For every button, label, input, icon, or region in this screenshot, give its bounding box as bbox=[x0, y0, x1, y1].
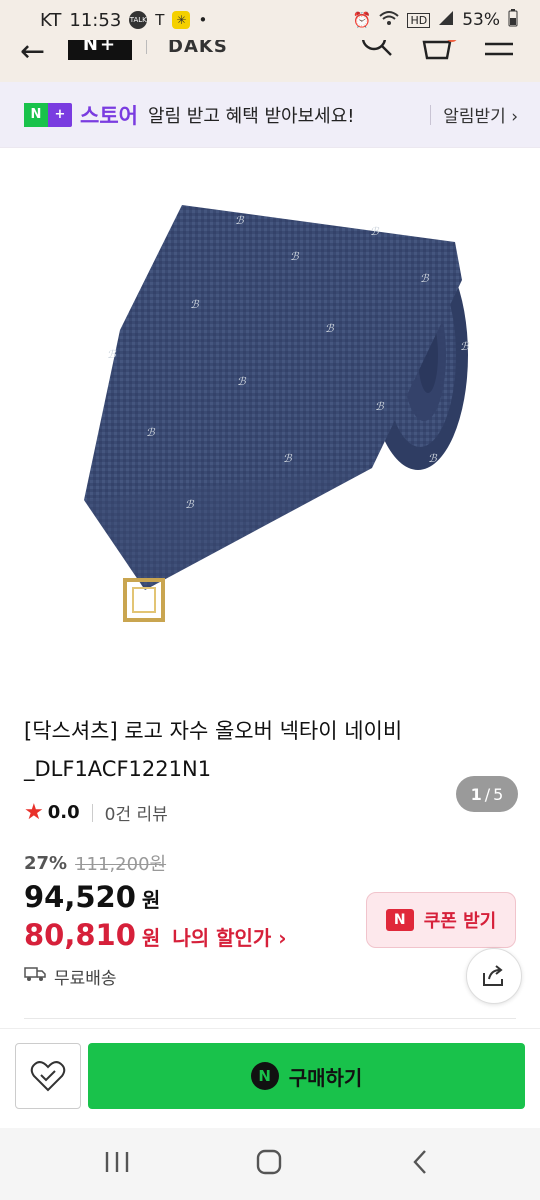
back-arrow-icon[interactable]: ← bbox=[20, 40, 45, 69]
svg-text:ℬ: ℬ bbox=[235, 214, 245, 227]
carrier: KT bbox=[40, 9, 62, 31]
battery-level: 53% bbox=[462, 10, 500, 30]
product-title-line2: _DLF1ACF1221N1 bbox=[24, 757, 212, 781]
battery-icon bbox=[508, 9, 518, 31]
buy-button-label: 구매하기 bbox=[288, 1065, 363, 1090]
shipping-info: 무료배송 bbox=[24, 964, 117, 989]
cart-icon[interactable] bbox=[418, 40, 458, 62]
my-price-value: 80,810 bbox=[24, 918, 136, 952]
rating-score: 0.0 bbox=[47, 802, 80, 823]
promo-message: 알림 받고 혜택 받아보세요! bbox=[147, 105, 355, 127]
signal-icon bbox=[438, 10, 454, 30]
buy-button[interactable]: N 구매하기 bbox=[88, 1043, 525, 1109]
svg-text:ℬ: ℬ bbox=[107, 348, 117, 361]
promo-divider bbox=[430, 104, 432, 125]
notification-promo-banner[interactable]: N + 스토어 알림 받고 혜택 받아보세요! 알림받기 › bbox=[0, 82, 540, 148]
nplus-logo[interactable]: N+ bbox=[68, 40, 132, 60]
rating-row[interactable]: ★ 0.0 0건 리뷰 bbox=[24, 800, 168, 825]
nplus-badge-plus: + bbox=[54, 107, 66, 122]
discount-percent: 27% bbox=[24, 852, 68, 874]
svg-text:ℬ: ℬ bbox=[420, 272, 430, 285]
store-label: 스토어 bbox=[80, 103, 138, 128]
svg-text:ℬ: ℬ bbox=[190, 298, 200, 311]
svg-text:ℬ: ℬ bbox=[370, 225, 380, 238]
product-title-line1: [닥스셔츠] 로고 자수 올오버 넥타이 네이비 bbox=[24, 719, 403, 743]
svg-text:ℬ: ℬ bbox=[237, 375, 247, 388]
share-icon bbox=[483, 965, 503, 986]
t-icon: T bbox=[155, 11, 165, 29]
naver-pay-icon: N bbox=[250, 1062, 279, 1090]
sale-price-unit: 원 bbox=[141, 888, 161, 912]
rating-divider bbox=[91, 803, 93, 822]
sale-price-value: 94,520 bbox=[24, 880, 136, 914]
svg-text:ℬ: ℬ bbox=[185, 498, 195, 511]
coupon-button[interactable]: N 쿠폰 받기 bbox=[366, 892, 516, 948]
kakao-icon: ✳ bbox=[172, 11, 191, 29]
svg-text:ℬ: ℬ bbox=[460, 340, 470, 353]
brand-divider bbox=[146, 40, 147, 54]
discount-row: 27% 111,200원 bbox=[24, 850, 166, 876]
svg-text:ℬ: ℬ bbox=[325, 322, 335, 335]
app-bar: ← N+ DAKS bbox=[0, 40, 540, 82]
my-discount-price[interactable]: 80,810 원 나의 할인가 › bbox=[24, 918, 287, 952]
search-icon[interactable] bbox=[360, 40, 394, 58]
my-discount-label[interactable]: 나의 할인가 › bbox=[172, 922, 286, 951]
recent-apps-icon[interactable] bbox=[104, 1150, 130, 1174]
nplus-badge-n: N bbox=[24, 102, 48, 127]
pager-total: 5 bbox=[493, 784, 504, 804]
product-title: [닥스셔츠] 로고 자수 올오버 넥타이 네이비 _DLF1ACF1221N1 bbox=[24, 712, 494, 788]
purchase-bar: N 구매하기 bbox=[0, 1028, 540, 1124]
notification-subscribe-button[interactable]: 알림받기 › bbox=[443, 102, 518, 127]
necktie-image: ℬ ℬ ℬ ℬ ℬ ℬ ℬ ℬ ℬ ℬ ℬ ℬ ℬ ℬ bbox=[84, 205, 470, 622]
wishlist-button[interactable] bbox=[15, 1043, 81, 1109]
clock: 11:53 bbox=[69, 9, 122, 31]
svg-text:ℬ: ℬ bbox=[375, 400, 385, 413]
talk-icon: TALK bbox=[129, 11, 148, 29]
sale-price: 94,520 원 bbox=[24, 880, 160, 914]
shipping-label: 무료배송 bbox=[54, 969, 117, 989]
original-price: 111,200원 bbox=[75, 854, 167, 875]
review-count[interactable]: 0건 리뷰 bbox=[105, 800, 168, 825]
svg-text:ℬ: ℬ bbox=[428, 452, 438, 465]
svg-text:ℬ: ℬ bbox=[290, 250, 300, 263]
notification-dot: • bbox=[198, 11, 208, 29]
svg-text:ℬ: ℬ bbox=[146, 426, 156, 439]
menu-icon[interactable] bbox=[484, 40, 514, 58]
share-button[interactable] bbox=[466, 948, 522, 1004]
nav-back-icon[interactable] bbox=[408, 1148, 432, 1176]
star-icon: ★ bbox=[24, 800, 44, 825]
section-divider bbox=[24, 1018, 516, 1019]
wifi-icon bbox=[379, 10, 400, 30]
home-icon[interactable] bbox=[255, 1148, 283, 1176]
coupon-button-label: 쿠폰 받기 bbox=[423, 911, 497, 932]
nplus-badge: N + bbox=[24, 102, 72, 127]
alarm-icon: ⏰ bbox=[352, 11, 372, 29]
my-price-unit: 원 bbox=[141, 926, 161, 950]
truck-icon bbox=[24, 966, 46, 987]
system-navigation-bar bbox=[0, 1128, 540, 1200]
product-image[interactable]: ℬℬℬ ℬℬℬ ℬℬℬ ℬℬℬ ℬℬ 1 / 5 bbox=[0, 150, 540, 812]
hd-icon: HD bbox=[407, 12, 431, 28]
naver-coupon-icon: N bbox=[385, 909, 414, 931]
status-bar: KT 11:53 TALK T ✳ • ⏰ HD 53% bbox=[0, 0, 540, 40]
heart-icon bbox=[30, 1061, 66, 1092]
brand-name[interactable]: DAKS bbox=[168, 40, 228, 57]
svg-text:ℬ: ℬ bbox=[283, 452, 293, 465]
